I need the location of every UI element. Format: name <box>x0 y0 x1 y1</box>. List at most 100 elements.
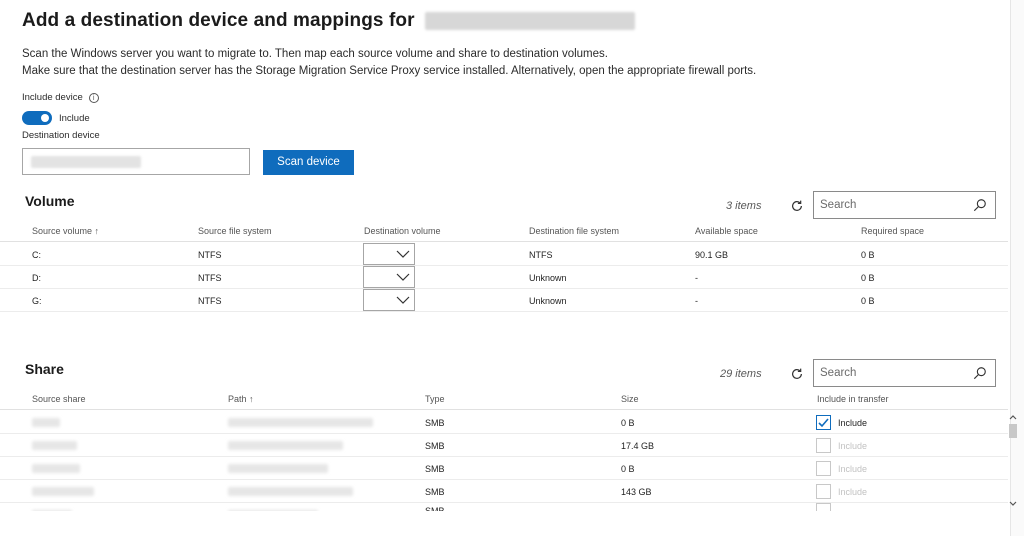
redacted-device-name <box>31 156 141 168</box>
share-section-title: Share <box>25 361 64 377</box>
redacted-server-name <box>424 12 635 30</box>
share-item-count: 29 items <box>720 368 762 380</box>
table-row[interactable]: G: NTFS Unknown - 0 B <box>0 289 1008 312</box>
refresh-icon[interactable] <box>790 367 804 381</box>
refresh-icon[interactable] <box>790 199 804 213</box>
chevron-down-icon <box>396 296 410 304</box>
include-toggle-row[interactable]: Include <box>22 111 90 125</box>
share-search-box[interactable] <box>813 359 996 387</box>
volume-search-box[interactable] <box>813 191 996 219</box>
include-checkbox[interactable] <box>816 415 831 430</box>
redacted-source-share <box>32 441 77 450</box>
share-type: SMB <box>425 487 445 497</box>
required-space: 0 B <box>861 273 875 283</box>
available-space: - <box>695 296 698 306</box>
volume-search-input[interactable] <box>814 192 964 218</box>
col-destination-volume[interactable]: Destination volume <box>364 226 441 236</box>
share-size: 143 GB <box>621 487 652 497</box>
destination-volume-dropdown[interactable] <box>363 289 415 311</box>
include-checkbox[interactable] <box>816 484 831 499</box>
include-device-label: Include device i <box>22 92 99 103</box>
destination-file-system: NTFS <box>529 250 553 260</box>
col-type[interactable]: Type <box>425 394 445 404</box>
col-required-space[interactable]: Required space <box>861 226 924 236</box>
include-checkbox[interactable] <box>816 438 831 453</box>
volume-section-title: Volume <box>25 193 75 209</box>
destination-file-system: Unknown <box>529 273 567 283</box>
source-volume: G: <box>32 296 42 306</box>
include-device-toggle[interactable] <box>22 111 52 125</box>
col-source-file-system[interactable]: Source file system <box>198 226 272 236</box>
source-volume: D: <box>32 273 41 283</box>
page-header: Add a destination device and mappings fo… <box>22 10 635 32</box>
search-icon[interactable] <box>973 198 987 212</box>
include-checkbox[interactable] <box>816 461 831 476</box>
col-size[interactable]: Size <box>621 394 639 404</box>
col-path[interactable]: Path ↑ <box>228 394 254 404</box>
redacted-source-share <box>32 510 72 511</box>
table-row[interactable]: D: NTFS Unknown - 0 B <box>0 266 1008 289</box>
source-file-system: NTFS <box>198 296 222 306</box>
share-type: SMB <box>425 418 445 428</box>
search-icon[interactable] <box>973 366 987 380</box>
required-space: 0 B <box>861 250 875 260</box>
volume-item-count: 3 items <box>726 200 762 212</box>
col-destination-file-system[interactable]: Destination file system <box>529 226 619 236</box>
include-device-text: Include device <box>22 92 83 103</box>
share-type: SMB <box>425 506 445 511</box>
description-line-1: Scan the Windows server you want to migr… <box>22 48 608 60</box>
include-label: Include <box>838 418 868 428</box>
col-available-space[interactable]: Available space <box>695 226 758 236</box>
share-search-input[interactable] <box>814 360 964 386</box>
destination-volume-dropdown[interactable] <box>363 266 415 288</box>
scan-device-button[interactable]: Scan device <box>263 150 354 175</box>
destination-device-label: Destination device <box>22 130 100 141</box>
table-row[interactable]: SMB 0 B Include <box>0 411 1008 434</box>
info-icon[interactable]: i <box>88 92 99 103</box>
available-space: - <box>695 273 698 283</box>
redacted-path <box>228 487 353 496</box>
scroll-down-icon[interactable] <box>1009 500 1017 508</box>
table-row[interactable]: C: NTFS NTFS 90.1 GB 0 B <box>0 243 1008 266</box>
include-label: Include <box>838 441 868 451</box>
scroll-up-icon[interactable] <box>1009 413 1017 421</box>
include-checkbox[interactable] <box>816 503 831 511</box>
page-title: Add a destination device and mappings fo… <box>22 10 415 31</box>
share-table-header: Source share Path ↑ Type Size Include in… <box>0 388 1008 410</box>
available-space: 90.1 GB <box>695 250 729 260</box>
include-label: Include <box>838 487 868 497</box>
col-include-in-transfer[interactable]: Include in transfer <box>817 394 889 404</box>
table-row[interactable]: SMB 0 B Include <box>0 457 1008 480</box>
destination-file-system: Unknown <box>529 296 567 306</box>
redacted-path <box>228 441 343 450</box>
redacted-path <box>228 418 373 427</box>
table-row[interactable]: SMB 17.4 GB Include <box>0 434 1008 457</box>
table-row[interactable]: SMB <box>0 503 1008 511</box>
destination-device-input[interactable] <box>22 148 250 175</box>
share-size: 0 B <box>621 464 635 474</box>
share-size: 0 B <box>621 418 635 428</box>
table-row[interactable]: SMB 143 GB Include <box>0 480 1008 503</box>
redacted-path <box>228 510 318 511</box>
share-type: SMB <box>425 464 445 474</box>
source-file-system: NTFS <box>198 273 222 283</box>
col-source-share[interactable]: Source share <box>32 394 86 404</box>
destination-volume-dropdown[interactable] <box>363 243 415 265</box>
scroll-thumb[interactable] <box>1009 424 1017 438</box>
share-type: SMB <box>425 441 445 451</box>
col-source-volume[interactable]: Source volume ↑ <box>32 226 99 236</box>
volume-table-header: Source volume ↑ Source file system Desti… <box>0 220 1008 242</box>
include-label: Include <box>838 464 868 474</box>
toggle-label: Include <box>59 112 90 124</box>
chevron-down-icon <box>396 250 410 258</box>
checkmark-icon <box>818 418 829 428</box>
share-size: 17.4 GB <box>621 441 655 451</box>
chevron-down-icon <box>396 273 410 281</box>
share-table-scrollbar[interactable] <box>1007 410 1019 511</box>
redacted-path <box>228 464 328 473</box>
redacted-source-share <box>32 487 94 496</box>
redacted-source-share <box>32 418 60 427</box>
source-file-system: NTFS <box>198 250 222 260</box>
source-volume: C: <box>32 250 41 260</box>
redacted-source-share <box>32 464 80 473</box>
